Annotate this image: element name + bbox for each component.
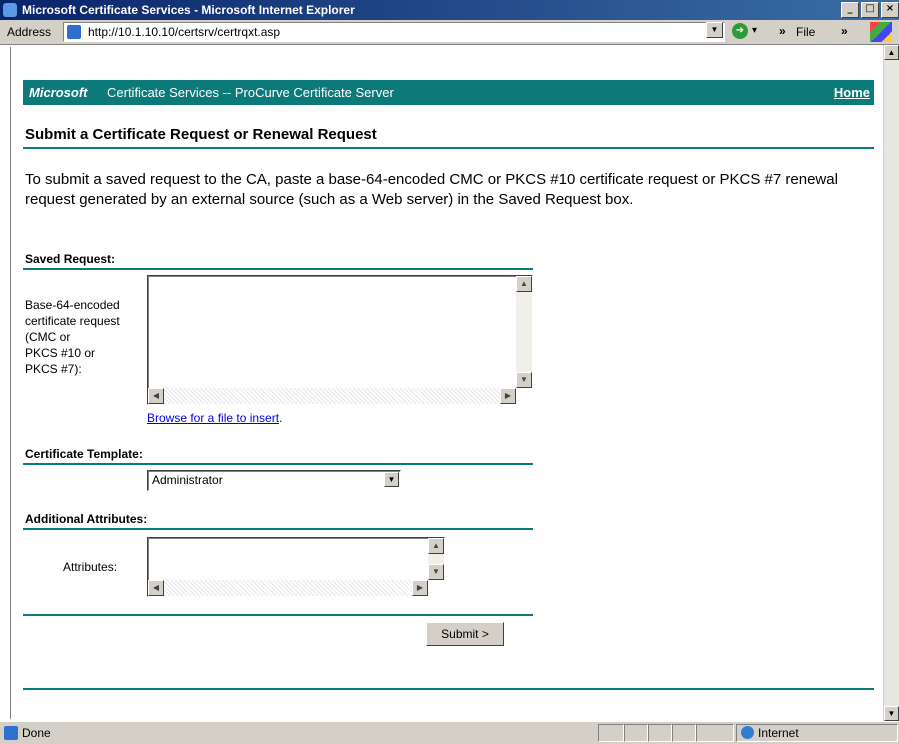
- template-select[interactable]: Administrator ▼: [147, 470, 401, 491]
- submit-button[interactable]: Submit >: [426, 622, 504, 646]
- window-title: Microsoft Certificate Services - Microso…: [22, 3, 355, 17]
- scroll-right-icon[interactable]: ▶: [500, 388, 516, 404]
- attributes-textarea[interactable]: ▲ ▼ ◀ ▶: [147, 537, 445, 597]
- label-line: (CMC or: [25, 330, 71, 344]
- go-dropdown-icon[interactable]: ▾: [752, 25, 757, 36]
- label-line: PKCS #10 or: [25, 346, 96, 360]
- attributes-divider: [23, 528, 533, 530]
- address-url: http://10.1.10.10/certsrv/certrqxt.asp: [88, 25, 281, 39]
- title-bar: Microsoft Certificate Services - Microso…: [0, 0, 899, 20]
- scroll-down-icon[interactable]: ▼: [428, 564, 444, 580]
- menu-chevron-icon[interactable]: »: [841, 24, 848, 38]
- status-text: Done: [22, 726, 51, 740]
- brand-name: Microsoft: [29, 85, 88, 100]
- saved-request-heading: Saved Request:: [25, 252, 116, 266]
- page-icon: [67, 25, 81, 39]
- template-heading: Certificate Template:: [25, 447, 143, 461]
- header-banner: Microsoft Certificate Services -- ProCur…: [23, 80, 874, 105]
- textarea-vscrollbar[interactable]: ▲ ▼: [516, 276, 532, 388]
- page-title: Submit a Certificate Request or Renewal …: [25, 126, 377, 143]
- ie-icon: [3, 3, 17, 17]
- intro-text: To submit a saved request to the CA, pas…: [25, 171, 838, 208]
- saved-request-divider: [23, 268, 533, 270]
- attributes-heading: Additional Attributes:: [25, 512, 148, 526]
- window-controls: _ □ ×: [839, 2, 899, 18]
- label-line: PKCS #7):: [25, 362, 82, 376]
- page-viewport: Microsoft Certificate Services -- ProCur…: [10, 47, 885, 719]
- textarea-hscrollbar[interactable]: ◀ ▶: [148, 388, 516, 404]
- title-divider: [23, 147, 874, 149]
- status-bar: Done Internet: [0, 721, 899, 744]
- label-line: Base-64-encoded: [25, 298, 120, 312]
- banner-text: Certificate Services -- ProCurve Certifi…: [107, 85, 394, 100]
- page-done-icon: [4, 726, 18, 740]
- globe-icon: [741, 726, 754, 739]
- go-icon[interactable]: ➜: [732, 23, 748, 39]
- attributes-label: Attributes:: [63, 560, 118, 574]
- label-line: certificate request: [25, 314, 120, 328]
- scroll-up-icon[interactable]: ▲: [516, 276, 532, 292]
- status-panel: [696, 724, 734, 742]
- close-button[interactable]: ×: [881, 2, 899, 18]
- scroll-up-icon[interactable]: ▲: [884, 45, 899, 60]
- status-panel: [672, 724, 696, 742]
- scroll-down-icon[interactable]: ▼: [516, 372, 532, 388]
- scroll-left-icon[interactable]: ◀: [148, 388, 164, 404]
- saved-request-textarea[interactable]: ▲ ▼ ◀ ▶: [147, 275, 533, 405]
- template-selected-value: Administrator: [152, 473, 223, 487]
- scroll-up-icon[interactable]: ▲: [428, 538, 444, 554]
- status-panel: [624, 724, 648, 742]
- scroll-left-icon[interactable]: ◀: [148, 580, 164, 596]
- chevron-down-icon[interactable]: ▼: [384, 472, 399, 487]
- menu-file[interactable]: File: [796, 25, 815, 39]
- browse-file-link[interactable]: Browse for a file to insert: [147, 411, 279, 425]
- browse-row: Browse for a file to insert.: [147, 411, 282, 425]
- form-divider: [23, 614, 533, 616]
- attributes-hscrollbar[interactable]: ◀ ▶: [148, 580, 428, 596]
- page-scrollbar[interactable]: ▲ ▼: [883, 45, 899, 721]
- address-label: Address: [7, 25, 52, 39]
- saved-request-label: Base-64-encoded certificate request (CMC…: [25, 297, 120, 377]
- scroll-right-icon[interactable]: ▶: [412, 580, 428, 596]
- template-divider: [23, 463, 533, 465]
- maximize-button[interactable]: □: [861, 2, 879, 18]
- toolbar-chevron-icon[interactable]: »: [779, 24, 786, 38]
- security-zone: Internet: [758, 726, 799, 740]
- browse-suffix: .: [279, 411, 283, 425]
- scroll-down-icon[interactable]: ▼: [884, 706, 899, 721]
- address-input[interactable]: http://10.1.10.10/certsrv/certrqxt.asp: [63, 22, 725, 42]
- status-panel: [648, 724, 672, 742]
- address-toolbar: Address http://10.1.10.10/certsrv/certrq…: [0, 20, 899, 45]
- home-link[interactable]: Home: [834, 80, 870, 105]
- status-panel: [598, 724, 624, 742]
- address-dropdown-icon[interactable]: ▼: [706, 22, 723, 38]
- minimize-button[interactable]: _: [841, 2, 859, 18]
- footer-divider: [23, 688, 874, 690]
- attributes-vscrollbar[interactable]: ▲ ▼: [428, 538, 444, 580]
- windows-logo-icon: [870, 22, 892, 42]
